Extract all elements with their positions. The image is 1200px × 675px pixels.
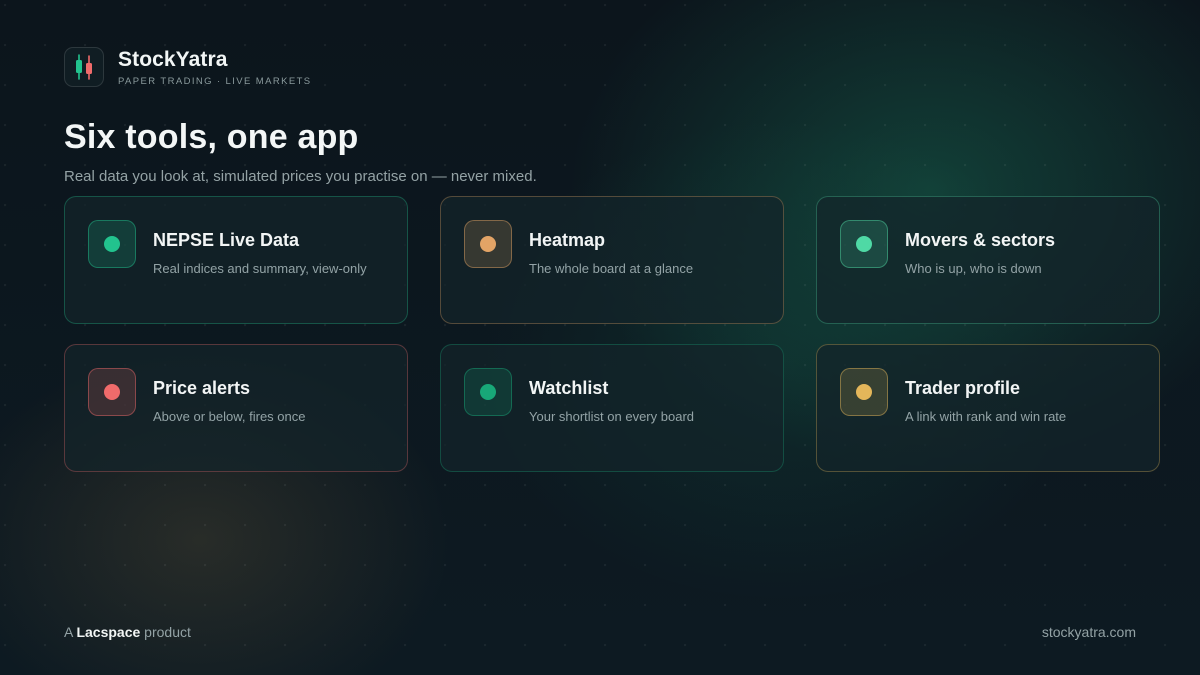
tool-icon-box [464,368,512,416]
tool-icon-box [840,368,888,416]
tool-icon-box [840,220,888,268]
brand-tagline: PAPER TRADING · LIVE MARKETS [118,75,312,87]
tool-title: Heatmap [529,230,606,250]
footer-credit-prefix: A [64,624,77,640]
tool-description: Real indices and summary, view-only [153,261,367,276]
tool-description: A link with rank and win rate [905,409,1067,424]
tool-title: NEPSE Live Data [153,230,300,250]
tool-description: Above or below, fires once [153,409,306,424]
status-dot-icon [856,236,872,252]
brand-name: StockYatra [118,47,228,71]
footer-site-link[interactable]: stockyatra.com [1042,624,1136,640]
tools-grid: NEPSE Live Data Real indices and summary… [64,196,1160,472]
tool-icon-box [88,220,136,268]
tool-card-heatmap[interactable]: Heatmap The whole board at a glance [440,196,784,324]
tool-card-price-alerts[interactable]: Price alerts Above or below, fires once [64,344,408,472]
tool-icon-box [464,220,512,268]
brand-header: StockYatra PAPER TRADING · LIVE MARKETS [64,47,312,87]
status-dot-icon [104,236,120,252]
tool-description: Who is up, who is down [905,261,1042,276]
tool-card-trader-profile[interactable]: Trader profile A link with rank and win … [816,344,1160,472]
tool-card-movers-sectors[interactable]: Movers & sectors Who is up, who is down [816,196,1160,324]
tool-icon-box [88,368,136,416]
tool-title: Movers & sectors [905,230,1056,250]
tool-title: Watchlist [529,378,609,398]
tool-description: The whole board at a glance [529,261,694,276]
status-dot-icon [104,384,120,400]
footer-credit-brand: Lacspace [76,624,141,640]
tool-card-nepse-live-data[interactable]: NEPSE Live Data Real indices and summary… [64,196,408,324]
footer-credit: A Lacspace product [64,624,191,640]
page-title: Six tools, one app [64,118,359,156]
status-dot-icon [856,384,872,400]
page-subtitle: Real data you look at, simulated prices … [64,168,537,185]
tool-title: Price alerts [153,378,251,398]
footer-credit-suffix: product [140,624,191,640]
logo [64,47,104,87]
candlestick-icon [76,54,92,80]
tool-title: Trader profile [905,378,1021,398]
tool-description: Your shortlist on every board [529,409,695,424]
tool-card-watchlist[interactable]: Watchlist Your shortlist on every board [440,344,784,472]
status-dot-icon [480,384,496,400]
status-dot-icon [480,236,496,252]
